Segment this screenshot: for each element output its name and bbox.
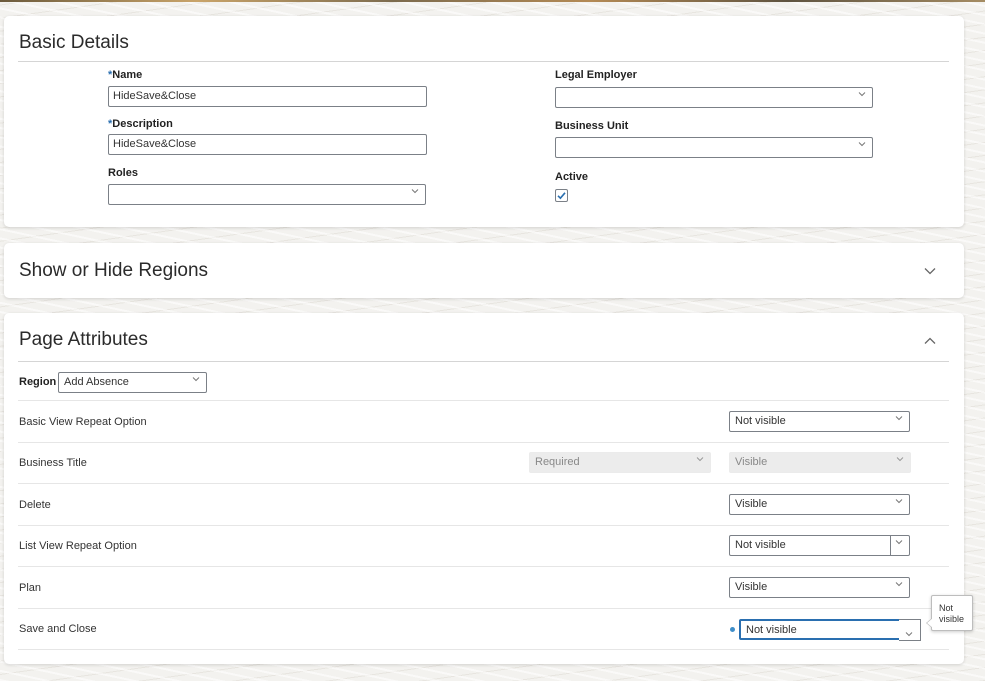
select-divider: [890, 536, 891, 555]
chevron-down-icon: [858, 90, 866, 98]
visibility-select-business-title: Visible: [729, 452, 911, 473]
row-divider: [18, 442, 949, 443]
chevron-up-icon[interactable]: [923, 333, 937, 351]
visibility-select-basic-view-repeat-option[interactable]: Not visible: [729, 411, 910, 432]
region-divider: [18, 400, 949, 401]
row-divider: [18, 649, 949, 650]
row-divider: [18, 483, 949, 484]
chevron-down-icon: [905, 625, 913, 643]
description-label: *Description: [108, 118, 173, 130]
chevron-down-icon: [895, 538, 903, 546]
chevron-down-icon: [896, 455, 904, 463]
name-label: *Name: [108, 69, 143, 81]
page-attributes-divider: [18, 361, 949, 362]
business-unit-select[interactable]: [555, 137, 873, 158]
show-hide-regions-title: Show or Hide Regions: [19, 260, 209, 281]
region-value: Add Absence: [64, 376, 129, 388]
chevron-down-icon: [696, 455, 704, 463]
visibility-select-delete[interactable]: Visible: [729, 494, 910, 515]
visibility-select-list-view-repeat-option[interactable]: Not visible: [729, 535, 910, 556]
requirement-value: Required: [535, 456, 580, 468]
page-attributes-card: Page Attributes Region Add Absence Basic…: [4, 313, 964, 664]
tooltip: Not visible: [926, 595, 973, 631]
row-divider: [18, 566, 949, 567]
visibility-select-plan[interactable]: Visible: [729, 577, 910, 598]
dropdown-toggle-button[interactable]: [899, 619, 921, 641]
row-label-business-title: Business Title: [19, 457, 87, 469]
page-attributes-title: Page Attributes: [19, 329, 148, 350]
row-divider: [18, 608, 949, 609]
visibility-value: Not visible: [746, 624, 797, 636]
top-decorative-strip: [0, 0, 985, 2]
active-checkbox[interactable]: [555, 189, 568, 202]
chevron-down-icon[interactable]: [923, 263, 937, 281]
visibility-value: Not visible: [735, 539, 786, 551]
basic-details-title: Basic Details: [19, 32, 129, 53]
chevron-down-icon: [895, 580, 903, 588]
visibility-value: Visible: [735, 456, 768, 468]
business-unit-label: Business Unit: [555, 120, 629, 132]
name-input[interactable]: HideSave&Close: [108, 86, 427, 107]
row-label-save-and-close: Save and Close: [19, 623, 97, 635]
row-label-delete: Delete: [19, 499, 51, 511]
basic-details-divider: [18, 61, 949, 62]
visibility-select-save-and-close[interactable]: Not visible: [739, 619, 901, 640]
description-input[interactable]: HideSave&Close: [108, 134, 427, 155]
region-select[interactable]: Add Absence: [58, 372, 207, 393]
roles-label: Roles: [108, 167, 138, 179]
visibility-value: Visible: [735, 498, 768, 510]
region-label: Region: [19, 376, 57, 388]
show-hide-regions-card[interactable]: Show or Hide Regions: [4, 243, 964, 298]
basic-details-card: Basic Details *Name HideSave&Close *Desc…: [4, 16, 964, 227]
chevron-down-icon: [895, 497, 903, 505]
active-label: Active: [555, 171, 589, 183]
chevron-down-icon: [411, 187, 419, 195]
row-label-plan: Plan: [19, 582, 42, 594]
visibility-value: Not visible: [735, 415, 786, 427]
chevron-down-icon: [192, 375, 200, 383]
chevron-down-icon: [895, 414, 903, 422]
row-label-list-view-repeat-option: List View Repeat Option: [19, 540, 137, 552]
legal-employer-select[interactable]: [555, 87, 873, 108]
visibility-value: Visible: [735, 581, 768, 593]
legal-employer-label: Legal Employer: [555, 69, 637, 81]
roles-select[interactable]: [108, 184, 426, 205]
row-divider: [18, 525, 949, 526]
chevron-down-icon: [858, 140, 866, 148]
changed-indicator-dot: [730, 627, 735, 632]
checkmark-icon: [557, 192, 566, 200]
row-label-basic-view-repeat-option: Basic View Repeat Option: [19, 416, 147, 428]
requirement-select-business-title: Required: [529, 452, 711, 473]
